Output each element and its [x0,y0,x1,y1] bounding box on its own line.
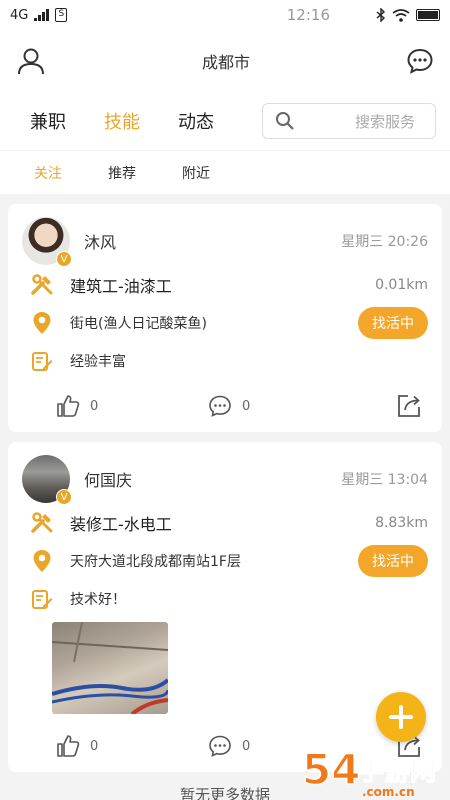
thumbs-up-icon [57,395,80,417]
status-time: 12:16 [286,6,330,24]
thumbs-up-icon [57,735,80,757]
location-pin-icon [33,312,51,334]
verified-badge: V [56,251,72,267]
location-text: 天府大道北段成都南站1F层 [70,554,241,570]
tab-part-time[interactable]: 兼职 [30,108,66,134]
comment-button[interactable]: 0 [208,394,360,418]
svg-text:54: 54 [302,745,360,794]
skill-row: 装修工-水电工 8.83km [22,504,428,542]
distance: 8.83km [375,515,428,531]
avatar[interactable]: V [22,455,72,505]
tools-icon [31,512,53,533]
add-post-button[interactable] [376,692,426,742]
status-right [330,8,440,22]
post-actions: 0 0 [22,380,428,432]
svg-text:手游网: 手游网 [358,757,436,787]
plus-icon [389,705,413,729]
note-text: 经验丰富 [70,354,126,370]
status-badge[interactable]: 找活中 [358,307,428,339]
subtab-nearby[interactable]: 附近 [182,163,210,183]
svg-text:.com.cn: .com.cn [362,785,415,799]
skill-title: 建筑工-油漆工 [70,277,172,296]
app-header: 成都市 [0,30,450,92]
skill-title: 装修工-水电工 [70,515,172,534]
tab-moments[interactable]: 动态 [178,108,214,134]
like-count: 0 [90,738,99,754]
tools-icon [31,274,53,295]
floor-wiring-photo [52,622,168,714]
post-time: 星期三 13:04 [341,472,428,488]
search-placeholder: 搜索服务 [354,112,415,131]
post-header: V 何国庆 星期三 13:04 [22,454,428,505]
distance: 0.01km [375,277,428,293]
location-text: 街电(渔人日记酸菜鱼) [70,316,207,332]
location-row: 街电(渔人日记酸菜鱼) 找活中 [22,304,428,342]
post-time: 星期三 20:26 [341,234,428,250]
subtab-follow[interactable]: 关注 [34,163,62,183]
comment-icon [209,735,231,757]
network-label: 4G [10,7,29,23]
user-profile-icon[interactable] [16,46,46,76]
note-row: 经验丰富 [22,342,428,380]
comment-count: 0 [242,398,251,414]
user-name[interactable]: 沐风 [84,229,116,253]
comment-count: 0 [242,738,251,754]
note-text: 技术好！ [70,592,126,608]
share-icon[interactable] [396,393,422,419]
location-row: 天府大道北段成都南站1F层 找活中 [22,542,428,580]
avatar[interactable]: V [22,217,72,267]
wifi-icon [392,8,410,22]
battery-icon [416,9,440,21]
search-box[interactable]: 搜索服务 [262,103,436,139]
verified-badge: V [56,489,72,505]
watermark-logo: 54 手游网 .com.cn [301,744,436,799]
comment-icon [209,395,231,417]
note-row: 技术好！ [22,580,428,618]
note-edit-icon [32,590,53,609]
status-left: 4G S [10,8,120,23]
skill-row: 建筑工-油漆工 0.01km [22,266,428,304]
city-selector[interactable]: 成都市 [202,49,250,73]
location-pin-icon [33,550,51,572]
like-button[interactable]: 0 [56,394,208,418]
sim-icon: S [55,8,68,22]
status-bar: 4G S 12:16 [0,0,450,30]
like-count: 0 [90,398,99,414]
note-edit-icon [32,352,53,371]
post-card[interactable]: V 沐风 星期三 20:26 建筑工-油漆工 0.01km 街电(渔人日记酸菜鱼… [8,204,442,432]
subtab-recommend[interactable]: 推荐 [108,163,136,183]
user-name[interactable]: 何国庆 [84,467,132,491]
status-badge[interactable]: 找活中 [358,545,428,577]
sub-tabs: 关注 推荐 附近 [0,150,450,194]
signal-icon [34,9,50,21]
tab-skills[interactable]: 技能 [104,108,140,134]
like-button[interactable]: 0 [56,734,208,758]
post-header: V 沐风 星期三 20:26 [22,216,428,267]
search-icon [276,112,294,130]
bluetooth-icon [376,8,386,22]
post-photo[interactable] [52,622,168,714]
main-tabs: 兼职 技能 动态 搜索服务 [0,92,450,150]
message-icon[interactable] [406,47,434,75]
